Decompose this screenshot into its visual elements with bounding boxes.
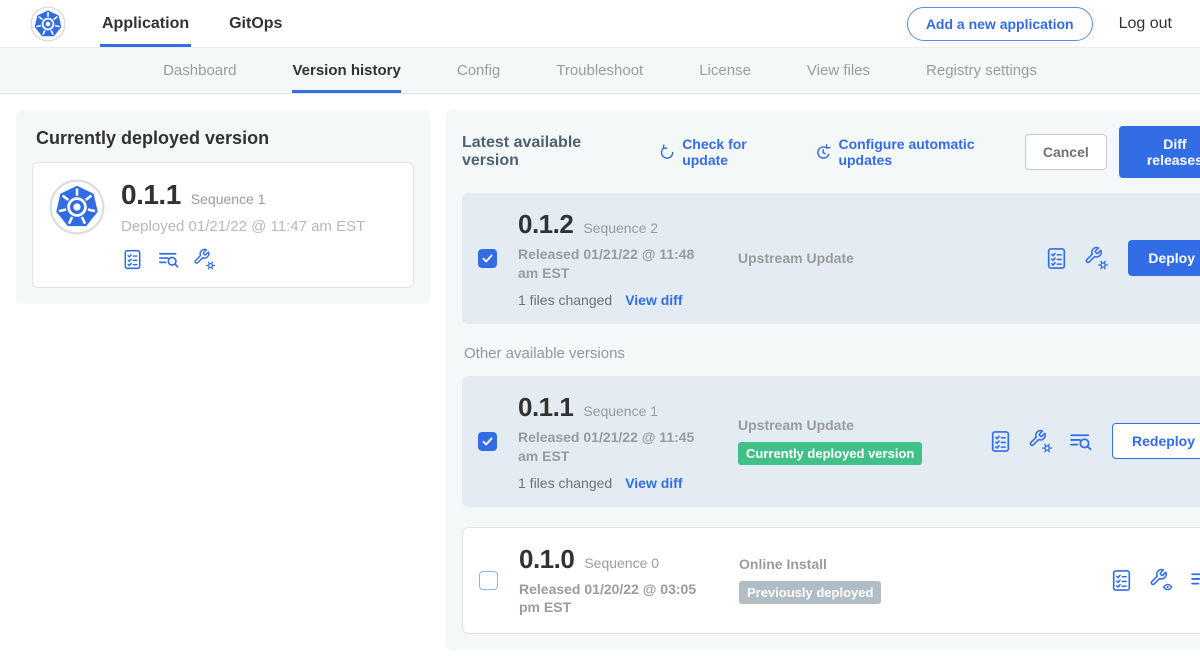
wrench-eye-icon[interactable] <box>1149 568 1174 593</box>
refresh-icon <box>658 143 676 162</box>
released-timestamp: Released 01/21/22 @ 11:45 am EST <box>518 428 716 466</box>
tab-application-label: Application <box>102 15 189 33</box>
latest-version-header: Latest available version Check for updat… <box>462 126 1200 178</box>
deploy-button[interactable]: Deploy <box>1128 240 1200 276</box>
previously-deployed-badge: Previously deployed <box>739 581 881 604</box>
config-checklist-icon[interactable] <box>121 248 144 271</box>
check-for-update-link[interactable]: Check for update <box>658 136 792 168</box>
tab-registry-settings-label: Registry settings <box>926 62 1037 79</box>
sequence-label: Sequence 2 <box>583 220 658 236</box>
sequence-label: Sequence 0 <box>584 555 659 571</box>
version-info-col: 0.1.1 Sequence 1 Released 01/21/22 @ 11:… <box>518 392 730 491</box>
configure-automatic-updates-link[interactable]: Configure automatic updates <box>814 136 1025 168</box>
files-changed-label: 1 files changed <box>518 475 612 491</box>
deployed-version-card: 0.1.1 Sequence 1 Deployed 01/21/22 @ 11:… <box>32 162 414 288</box>
tab-dashboard-label: Dashboard <box>163 62 236 79</box>
currently-deployed-title: Currently deployed version <box>32 128 414 149</box>
app-sub-nav: Dashboard Version history Config Trouble… <box>0 48 1200 94</box>
check-icon <box>481 252 494 265</box>
released-timestamp: Released 01/21/22 @ 11:48 am EST <box>518 245 716 283</box>
tab-version-history-label: Version history <box>292 62 400 79</box>
tab-registry-settings[interactable]: Registry settings <box>926 48 1037 93</box>
preview-files-icon[interactable] <box>157 248 180 271</box>
view-diff-link[interactable]: View diff <box>625 292 682 308</box>
version-info-col: 0.1.2 Sequence 2 Released 01/21/22 @ 11:… <box>518 209 730 308</box>
top-nav: Application GitOps Add a new application… <box>0 0 1200 48</box>
logout-link[interactable]: Log out <box>1119 15 1184 33</box>
version-actions: Deploy <box>1044 240 1200 276</box>
version-info-col: 0.1.0 Sequence 0 Released 01/20/22 @ 03:… <box>519 544 731 618</box>
deployed-version-number: 0.1.1 <box>121 179 181 211</box>
released-timestamp: Released 01/20/22 @ 03:05 pm EST <box>519 580 717 618</box>
kubernetes-app-icon <box>49 179 105 235</box>
deployed-timestamp: Deployed 01/21/22 @ 11:47 am EST <box>121 218 365 235</box>
files-changed-label: 1 files changed <box>518 292 612 308</box>
tab-gitops-label: GitOps <box>229 15 282 33</box>
redeploy-button[interactable]: Redeploy <box>1112 423 1200 459</box>
version-number: 0.1.0 <box>519 544 574 575</box>
main-content: Currently deployed version 0.1.1 Sequenc… <box>0 94 1200 666</box>
top-tabs: Application GitOps <box>100 0 320 47</box>
config-checklist-icon[interactable] <box>988 429 1013 454</box>
cancel-button[interactable]: Cancel <box>1025 134 1107 170</box>
version-source-label: Online Install <box>739 556 989 572</box>
version-number: 0.1.1 <box>518 392 573 423</box>
config-checklist-icon[interactable] <box>1109 568 1134 593</box>
tab-gitops[interactable]: GitOps <box>227 0 284 47</box>
configure-automatic-updates-label: Configure automatic updates <box>838 136 1024 168</box>
currently-deployed-card: Currently deployed version 0.1.1 Sequenc… <box>16 110 430 304</box>
tab-application[interactable]: Application <box>100 0 191 47</box>
tab-version-history[interactable]: Version history <box>292 48 400 93</box>
schedule-icon <box>814 143 832 162</box>
view-diff-link[interactable]: View diff <box>625 475 682 491</box>
deployed-action-icons <box>121 248 365 271</box>
version-row-0-1-0: 0.1.0 Sequence 0 Released 01/20/22 @ 03:… <box>462 527 1200 635</box>
diff-releases-button[interactable]: Diff releases <box>1119 126 1200 178</box>
tab-license[interactable]: License <box>699 48 751 93</box>
deployed-sequence-label: Sequence 1 <box>191 191 266 207</box>
version-source-label: Upstream Update <box>738 250 988 266</box>
version-actions: Redeploy <box>988 423 1200 459</box>
deployed-version-info: 0.1.1 Sequence 1 Deployed 01/21/22 @ 11:… <box>121 179 365 271</box>
wrench-gear-icon[interactable] <box>1084 246 1109 271</box>
version-history-panel: Latest available version Check for updat… <box>446 110 1200 650</box>
add-new-application-button[interactable]: Add a new application <box>907 7 1093 41</box>
tab-view-files[interactable]: View files <box>807 48 870 93</box>
tab-troubleshoot-label: Troubleshoot <box>556 62 643 79</box>
top-nav-right: Add a new application Log out <box>907 7 1184 41</box>
currently-deployed-badge: Currently deployed version <box>738 442 922 465</box>
tab-view-files-label: View files <box>807 62 870 79</box>
sequence-label: Sequence 1 <box>583 403 658 419</box>
check-icon <box>481 435 494 448</box>
other-versions-title: Other available versions <box>464 345 1200 362</box>
config-checklist-icon[interactable] <box>1044 246 1069 271</box>
version-source-col: Online Install Previously deployed <box>739 556 989 604</box>
latest-version-title: Latest available version <box>462 134 636 170</box>
wrench-gear-icon[interactable] <box>193 248 216 271</box>
version-row-0-1-1: 0.1.1 Sequence 1 Released 01/21/22 @ 11:… <box>462 376 1200 507</box>
version-number: 0.1.2 <box>518 209 573 240</box>
tab-config-label: Config <box>457 62 500 79</box>
version-checkbox-0-1-1[interactable] <box>478 432 497 451</box>
version-source-col: Upstream Update Currently deployed versi… <box>738 417 988 465</box>
check-for-update-label: Check for update <box>682 136 792 168</box>
kubernetes-logo-icon[interactable] <box>30 6 66 42</box>
tab-config[interactable]: Config <box>457 48 500 93</box>
version-checkbox-0-1-2[interactable] <box>478 249 497 268</box>
tab-dashboard[interactable]: Dashboard <box>163 48 236 93</box>
wrench-gear-icon[interactable] <box>1028 429 1053 454</box>
tab-troubleshoot[interactable]: Troubleshoot <box>556 48 643 93</box>
version-source-col: Upstream Update <box>738 250 988 266</box>
version-row-0-1-2: 0.1.2 Sequence 2 Released 01/21/22 @ 11:… <box>462 193 1200 324</box>
version-source-label: Upstream Update <box>738 417 988 433</box>
tab-license-label: License <box>699 62 751 79</box>
version-checkbox-0-1-0[interactable] <box>479 571 498 590</box>
version-actions <box>1109 568 1200 593</box>
preview-files-icon[interactable] <box>1068 429 1093 454</box>
preview-files-icon[interactable] <box>1189 568 1200 593</box>
